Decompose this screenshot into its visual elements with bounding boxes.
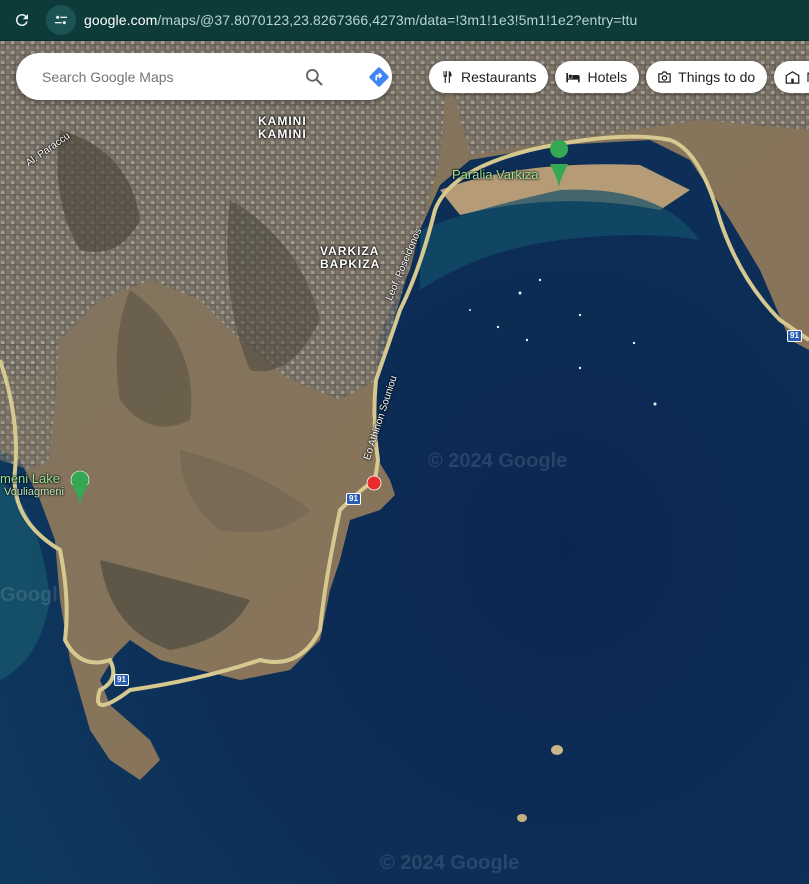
chip-things-to-do[interactable]: Things to do bbox=[646, 61, 768, 93]
poi-lake-sub: Vouliagmeni bbox=[4, 486, 64, 498]
camera-icon bbox=[656, 69, 672, 85]
place-varkiza-latin[interactable]: VARKIZA bbox=[320, 244, 379, 258]
reload-icon[interactable] bbox=[12, 10, 32, 30]
poi-lake[interactable]: meni Lake bbox=[0, 471, 60, 486]
search-input[interactable] bbox=[40, 67, 284, 86]
watermark: © 2024 Google bbox=[380, 852, 520, 874]
chip-museums[interactable]: M bbox=[774, 61, 809, 93]
place-varkiza-greek[interactable]: ΒΑΡΚΙΖΑ bbox=[320, 257, 380, 271]
category-chips: Restaurants Hotels Things to do M bbox=[429, 61, 809, 93]
bed-icon bbox=[565, 69, 581, 85]
route-shield-91: 91 bbox=[346, 493, 361, 505]
poi-paralia-varkiza[interactable]: Paralia Varkiza bbox=[452, 167, 538, 182]
chip-things-to-do-label: Things to do bbox=[678, 69, 756, 85]
url-host: google.com bbox=[84, 12, 158, 28]
directions-icon[interactable] bbox=[366, 64, 392, 90]
url-text[interactable]: google.com/maps/@37.8070123,23.8267366,4… bbox=[84, 12, 637, 28]
chip-hotels-label: Hotels bbox=[587, 69, 628, 85]
watermark: © 2024 Google bbox=[428, 450, 568, 472]
address-bar: google.com/maps/@37.8070123,23.8267366,4… bbox=[0, 0, 809, 40]
chip-restaurants[interactable]: Restaurants bbox=[429, 61, 549, 93]
chip-hotels[interactable]: Hotels bbox=[555, 61, 640, 93]
place-kamini-greek[interactable]: ΚΑΜΙΝΙ bbox=[258, 127, 307, 141]
route-shield-91: 91 bbox=[114, 674, 129, 686]
search-icon[interactable] bbox=[302, 65, 326, 89]
site-info-icon[interactable] bbox=[46, 5, 76, 35]
fork-knife-icon bbox=[439, 69, 455, 85]
map-canvas[interactable]: KAMINI ΚΑΜΙΝΙ VARKIZA ΒΑΡΚΙΖΑ Paralia Va… bbox=[0, 40, 809, 884]
museum-icon bbox=[784, 69, 800, 85]
place-kamini-latin[interactable]: KAMINI bbox=[258, 114, 307, 128]
chip-restaurants-label: Restaurants bbox=[461, 69, 537, 85]
watermark: Googl bbox=[0, 584, 58, 606]
route-shield-91: 91 bbox=[787, 330, 802, 342]
url-path: /maps/@37.8070123,23.8267366,4273m/data=… bbox=[157, 12, 638, 28]
search-box bbox=[16, 53, 392, 100]
satellite-imagery bbox=[0, 40, 809, 884]
